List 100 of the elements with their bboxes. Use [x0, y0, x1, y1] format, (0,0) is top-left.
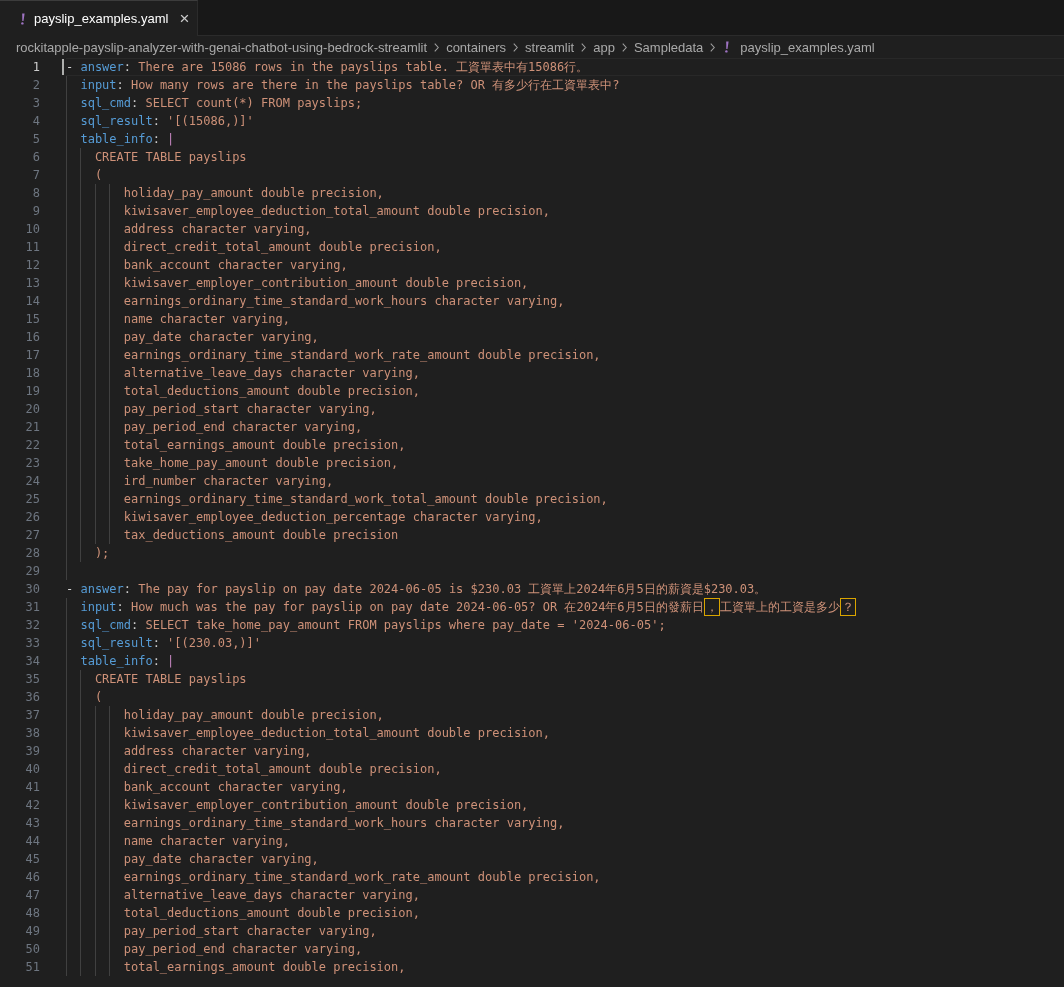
- line-number: 39: [24, 743, 40, 760]
- yaml-value: The pay for payslip on pay date 2024-06-05 is $230.03 工資單上2024年6月5日的薪資是$230.03。: [138, 581, 767, 598]
- code-text: name character varying,: [123, 311, 290, 328]
- yaml-key: table_info: [80, 130, 153, 148]
- close-button[interactable]: ×: [176, 8, 193, 29]
- code-text: earnings_ordinary_time_standard_work_hours character varying,: [123, 293, 565, 310]
- line-number: 38: [24, 725, 40, 742]
- colon: :: [152, 653, 160, 670]
- line-number: 23: [24, 455, 40, 472]
- code-text: address character varying,: [123, 221, 312, 238]
- line-number: 19: [24, 383, 40, 400]
- code-text: (: [94, 167, 103, 184]
- code-text: bank_account character varying,: [123, 779, 348, 796]
- line-number: 47: [24, 887, 40, 904]
- colon: :: [116, 599, 124, 616]
- line-number: 9: [31, 203, 40, 220]
- line-number: 12: [24, 257, 40, 274]
- chevron-right-icon: [512, 41, 520, 53]
- line-number: 42: [24, 797, 40, 814]
- line-number: 11: [24, 239, 40, 256]
- yaml-key: input: [80, 76, 117, 94]
- breadcrumb-item[interactable]: containers: [446, 39, 507, 55]
- colon: :: [131, 95, 139, 112]
- code-text: alternative_leave_days character varying,: [123, 887, 420, 904]
- line-number: 24: [24, 473, 40, 490]
- yaml-value: SELECT take_home_pay_amount FROM payslips where pay_date = '2024-06-05';: [145, 617, 666, 634]
- code-text: pay_period_end character varying,: [123, 941, 363, 958]
- colon: :: [116, 77, 124, 94]
- yaml-value: |: [167, 131, 175, 148]
- line-number: 51: [24, 959, 40, 976]
- colon: :: [123, 59, 132, 76]
- yaml-key: sql_result: [80, 112, 153, 130]
- code-text: total_deductions_amount double precision,: [123, 383, 420, 400]
- colon: :: [123, 581, 132, 598]
- line-number: 33: [24, 635, 40, 652]
- line-number: 48: [24, 905, 40, 922]
- code-text: tax_deductions_amount double precision: [123, 527, 399, 544]
- line-number: 3: [31, 95, 40, 112]
- list-dash: -: [66, 582, 74, 596]
- breadcrumb-item[interactable]: Sampledata: [633, 39, 704, 55]
- line-number: 50: [24, 941, 40, 958]
- code-text: (: [94, 689, 103, 706]
- yaml-key: sql_result: [80, 634, 153, 652]
- yaml-key: input: [80, 598, 117, 616]
- code-text: kiwisaver_employer_contribution_amount double precision,: [123, 275, 529, 292]
- yaml-value: How many rows are there in the payslips table? OR 有多少行在工資單表中?: [131, 77, 620, 94]
- code-text: earnings_ordinary_time_standard_work_rate_amount double precision,: [123, 347, 601, 364]
- code-text: pay_period_start character varying,: [123, 401, 377, 418]
- code-text: earnings_ordinary_time_standard_work_rate_amount double precision,: [123, 869, 601, 886]
- line-number: 28: [24, 545, 40, 562]
- line-number: 17: [24, 347, 40, 364]
- yaml-key: answer: [80, 58, 124, 76]
- code-text: earnings_ordinary_time_standard_work_total_amount double precision,: [123, 491, 608, 508]
- colon: :: [131, 617, 139, 634]
- code-text: total_earnings_amount double precision,: [123, 437, 406, 454]
- breadcrumb-item[interactable]: app: [593, 39, 615, 55]
- line-number: 25: [24, 491, 40, 508]
- exclamation-icon: [20, 12, 26, 25]
- yaml-key: sql_cmd: [80, 94, 131, 112]
- code-text: kiwisaver_employer_contribution_amount double precision,: [123, 797, 529, 814]
- code-text: holiday_pay_amount double precision,: [123, 707, 384, 724]
- line-number: 35: [24, 671, 40, 688]
- line-number: 37: [24, 707, 40, 724]
- code-text: pay_period_end character varying,: [123, 419, 363, 436]
- code-text: kiwisaver_employee_deduction_total_amount double precision,: [123, 203, 550, 220]
- line-number: 8: [31, 185, 40, 202]
- code-text: CREATE TABLE payslips: [94, 671, 247, 688]
- code-text: total_deductions_amount double precision,: [123, 905, 420, 922]
- code-text: take_home_pay_amount double precision,: [123, 455, 399, 472]
- chevron-right-icon: [433, 41, 441, 53]
- code-text: alternative_leave_days character varying,: [123, 365, 420, 382]
- colon: :: [152, 131, 160, 148]
- line-number: 1: [31, 59, 40, 76]
- line-number: 26: [24, 509, 40, 526]
- line-number: 14: [24, 293, 40, 310]
- yaml-value: How much was the pay for payslip on pay date 2024-06-05? OR 在2024年6月5日的發薪日 ， 工資單上的工資是多少 ？: [131, 599, 855, 616]
- line-number: 16: [24, 329, 40, 346]
- text-cursor: [62, 59, 64, 75]
- line-number: 40: [24, 761, 40, 778]
- line-number: 34: [24, 653, 40, 670]
- line-number: 29: [24, 563, 40, 580]
- line-number: 4: [31, 113, 40, 130]
- code-text: pay_date character varying,: [123, 329, 319, 346]
- chevron-right-icon: [620, 41, 628, 53]
- line-number: 45: [24, 851, 40, 868]
- line-number: 44: [24, 833, 40, 850]
- breadcrumb-item[interactable]: streamlit: [525, 39, 575, 55]
- line-number: 46: [24, 869, 40, 886]
- line-number: 21: [24, 419, 40, 436]
- list-dash: -: [66, 60, 74, 74]
- breadcrumb-item[interactable]: rockitapple-payslip-analyzer-with-genai-chatbot-using-bedrock-streamlit: [16, 39, 428, 55]
- code-text: holiday_pay_amount double precision,: [123, 185, 384, 202]
- breadcrumb-item[interactable]: payslip_examples.yaml: [740, 39, 875, 55]
- editor-tab[interactable]: payslip_examples.yaml ×: [0, 0, 198, 36]
- tab-label: payslip_examples.yaml: [34, 11, 169, 26]
- line-number: 10: [24, 221, 40, 238]
- chevron-right-icon: [580, 41, 588, 53]
- code-text: bank_account character varying,: [123, 257, 348, 274]
- line-number: 15: [24, 311, 40, 328]
- line-number: 41: [24, 779, 40, 796]
